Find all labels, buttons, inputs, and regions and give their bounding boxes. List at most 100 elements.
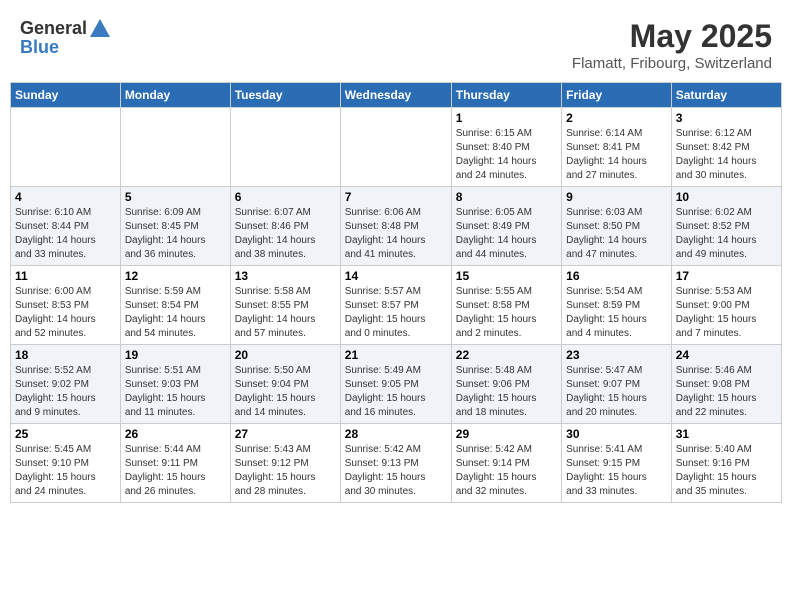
calendar-cell: 9Sunrise: 6:03 AM Sunset: 8:50 PM Daylig…	[562, 187, 672, 266]
calendar-cell: 27Sunrise: 5:43 AM Sunset: 9:12 PM Dayli…	[230, 424, 340, 503]
calendar-cell: 7Sunrise: 6:06 AM Sunset: 8:48 PM Daylig…	[340, 187, 451, 266]
calendar-cell: 1 Sunrise: 6:15 AM Sunset: 8:40 PM Daylig…	[451, 108, 561, 187]
calendar-cell	[340, 108, 451, 187]
logo-blue-text: Blue	[20, 37, 59, 58]
day-number: 13	[235, 269, 336, 283]
day-number: 8	[456, 190, 557, 204]
day-info: Sunrise: 5:50 AM Sunset: 9:04 PM Dayligh…	[235, 364, 336, 420]
calendar-week-row: 1 Sunrise: 6:15 AM Sunset: 8:40 PM Daylig…	[11, 108, 782, 187]
day-number: 19	[125, 348, 226, 362]
day-number: 22	[456, 348, 557, 362]
weekday-header-friday: Friday	[562, 83, 672, 108]
day-number: 26	[125, 427, 226, 441]
day-info: Sunrise: 6:00 AM Sunset: 8:53 PM Dayligh…	[15, 285, 116, 341]
day-number: 27	[235, 427, 336, 441]
calendar-cell: 6Sunrise: 6:07 AM Sunset: 8:46 PM Daylig…	[230, 187, 340, 266]
calendar-cell	[11, 108, 121, 187]
day-info: Sunrise: 5:53 AM Sunset: 9:00 PM Dayligh…	[676, 285, 777, 341]
day-info: Sunrise: 5:48 AM Sunset: 9:06 PM Dayligh…	[456, 364, 557, 420]
day-number: 1	[456, 111, 557, 125]
calendar-cell: 14 Sunrise: 5:57 AM Sunset: 8:57 PM Dayli…	[340, 266, 451, 345]
calendar-cell: 8 Sunrise: 6:05 AM Sunset: 8:49 PM Daylig…	[451, 187, 561, 266]
day-number: 14	[345, 269, 447, 283]
day-info: Sunrise: 5:58 AM Sunset: 8:55 PM Dayligh…	[235, 285, 336, 341]
day-info: Sunrise: 5:57 AM Sunset: 8:57 PM Dayligh…	[345, 285, 447, 341]
calendar-title: May 2025	[572, 18, 772, 55]
day-info: Sunrise: 5:42 AM Sunset: 9:14 PM Dayligh…	[456, 443, 557, 499]
day-info: Sunrise: 5:54 AM Sunset: 8:59 PM Dayligh…	[566, 285, 667, 341]
day-number: 11	[15, 269, 116, 283]
day-number: 30	[566, 427, 667, 441]
calendar-cell: 11 Sunrise: 6:00 AM Sunset: 8:53 PM Dayli…	[11, 266, 121, 345]
calendar-cell: 17 Sunrise: 5:53 AM Sunset: 9:00 PM Dayli…	[671, 266, 781, 345]
day-number: 25	[15, 427, 116, 441]
calendar-cell: 29 Sunrise: 5:42 AM Sunset: 9:14 PM Dayli…	[451, 424, 561, 503]
day-number: 24	[676, 348, 777, 362]
day-number: 15	[456, 269, 557, 283]
day-info: Sunrise: 6:15 AM Sunset: 8:40 PM Dayligh…	[456, 127, 557, 183]
calendar-cell: 12Sunrise: 5:59 AM Sunset: 8:54 PM Dayli…	[120, 266, 230, 345]
calendar-cell: 2 Sunrise: 6:14 AM Sunset: 8:41 PM Daylig…	[562, 108, 672, 187]
day-info: Sunrise: 5:51 AM Sunset: 9:03 PM Dayligh…	[125, 364, 226, 420]
calendar-cell: 21Sunrise: 5:49 AM Sunset: 9:05 PM Dayli…	[340, 345, 451, 424]
day-number: 18	[15, 348, 116, 362]
day-info: Sunrise: 6:10 AM Sunset: 8:44 PM Dayligh…	[15, 206, 116, 262]
logo: General Blue	[20, 18, 110, 58]
day-number: 9	[566, 190, 667, 204]
day-number: 4	[15, 190, 116, 204]
page-header: General Blue May 2025 Flamatt, Fribourg,…	[10, 10, 782, 76]
weekday-header-row: SundayMondayTuesdayWednesdayThursdayFrid…	[11, 83, 782, 108]
day-info: Sunrise: 6:05 AM Sunset: 8:49 PM Dayligh…	[456, 206, 557, 262]
logo-triangle-icon	[90, 19, 110, 37]
day-info: Sunrise: 5:42 AM Sunset: 9:13 PM Dayligh…	[345, 443, 447, 499]
calendar-cell: 25 Sunrise: 5:45 AM Sunset: 9:10 PM Dayli…	[11, 424, 121, 503]
day-info: Sunrise: 5:52 AM Sunset: 9:02 PM Dayligh…	[15, 364, 116, 420]
calendar-cell: 5 Sunrise: 6:09 AM Sunset: 8:45 PM Daylig…	[120, 187, 230, 266]
day-number: 29	[456, 427, 557, 441]
day-info: Sunrise: 6:06 AM Sunset: 8:48 PM Dayligh…	[345, 206, 447, 262]
day-number: 5	[125, 190, 226, 204]
title-block: May 2025 Flamatt, Fribourg, Switzerland	[572, 18, 772, 72]
weekday-header-wednesday: Wednesday	[340, 83, 451, 108]
day-number: 31	[676, 427, 777, 441]
day-info: Sunrise: 5:45 AM Sunset: 9:10 PM Dayligh…	[15, 443, 116, 499]
calendar-cell: 3 Sunrise: 6:12 AM Sunset: 8:42 PM Daylig…	[671, 108, 781, 187]
calendar-week-row: 25 Sunrise: 5:45 AM Sunset: 9:10 PM Dayli…	[11, 424, 782, 503]
day-info: Sunrise: 6:02 AM Sunset: 8:52 PM Dayligh…	[676, 206, 777, 262]
calendar-cell: 18 Sunrise: 5:52 AM Sunset: 9:02 PM Dayli…	[11, 345, 121, 424]
calendar-cell: 19 Sunrise: 5:51 AM Sunset: 9:03 PM Dayli…	[120, 345, 230, 424]
day-number: 16	[566, 269, 667, 283]
weekday-header-sunday: Sunday	[11, 83, 121, 108]
day-number: 23	[566, 348, 667, 362]
day-number: 3	[676, 111, 777, 125]
calendar-cell: 23Sunrise: 5:47 AM Sunset: 9:07 PM Dayli…	[562, 345, 672, 424]
calendar-cell: 24 Sunrise: 5:46 AM Sunset: 9:08 PM Dayli…	[671, 345, 781, 424]
day-number: 20	[235, 348, 336, 362]
day-number: 21	[345, 348, 447, 362]
day-info: Sunrise: 5:46 AM Sunset: 9:08 PM Dayligh…	[676, 364, 777, 420]
weekday-header-tuesday: Tuesday	[230, 83, 340, 108]
weekday-header-thursday: Thursday	[451, 83, 561, 108]
day-number: 12	[125, 269, 226, 283]
calendar-subtitle: Flamatt, Fribourg, Switzerland	[572, 55, 772, 72]
calendar-week-row: 18 Sunrise: 5:52 AM Sunset: 9:02 PM Dayli…	[11, 345, 782, 424]
calendar-week-row: 11 Sunrise: 6:00 AM Sunset: 8:53 PM Dayli…	[11, 266, 782, 345]
logo-general-text: General	[20, 18, 87, 39]
day-info: Sunrise: 6:09 AM Sunset: 8:45 PM Dayligh…	[125, 206, 226, 262]
day-info: Sunrise: 5:44 AM Sunset: 9:11 PM Dayligh…	[125, 443, 226, 499]
calendar-cell: 31Sunrise: 5:40 AM Sunset: 9:16 PM Dayli…	[671, 424, 781, 503]
day-number: 17	[676, 269, 777, 283]
calendar-cell: 26 Sunrise: 5:44 AM Sunset: 9:11 PM Dayli…	[120, 424, 230, 503]
calendar-cell: 16 Sunrise: 5:54 AM Sunset: 8:59 PM Dayli…	[562, 266, 672, 345]
calendar-cell: 15Sunrise: 5:55 AM Sunset: 8:58 PM Dayli…	[451, 266, 561, 345]
calendar-cell: 30 Sunrise: 5:41 AM Sunset: 9:15 PM Dayli…	[562, 424, 672, 503]
day-info: Sunrise: 5:41 AM Sunset: 9:15 PM Dayligh…	[566, 443, 667, 499]
day-number: 28	[345, 427, 447, 441]
day-number: 10	[676, 190, 777, 204]
day-info: Sunrise: 6:12 AM Sunset: 8:42 PM Dayligh…	[676, 127, 777, 183]
day-info: Sunrise: 6:14 AM Sunset: 8:41 PM Dayligh…	[566, 127, 667, 183]
calendar-table: SundayMondayTuesdayWednesdayThursdayFrid…	[10, 82, 782, 503]
day-number: 2	[566, 111, 667, 125]
weekday-header-monday: Monday	[120, 83, 230, 108]
weekday-header-saturday: Saturday	[671, 83, 781, 108]
